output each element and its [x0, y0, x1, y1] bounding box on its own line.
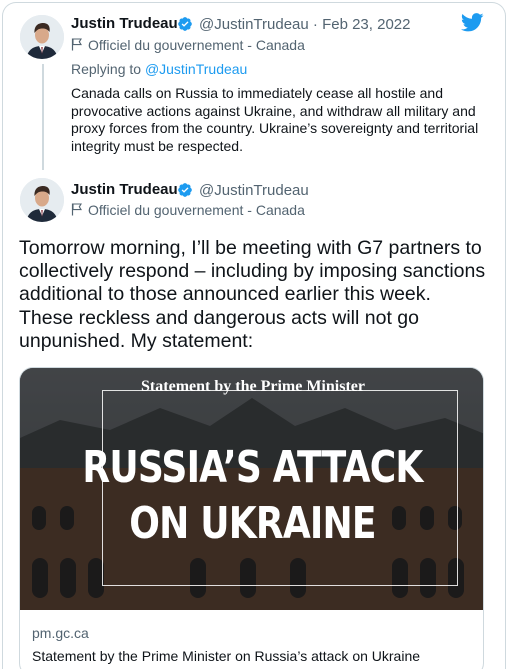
government-label: Officiel du gouvernement - Canada — [71, 202, 305, 218]
card-meta[interactable]: pm.gc.ca Statement by the Prime Minister… — [20, 610, 483, 669]
main-tweet-text: Tomorrow morning, I’ll be meeting with G… — [19, 237, 486, 352]
image-heading: Statement by the Prime Minister — [141, 378, 365, 395]
government-flag-icon — [71, 38, 82, 51]
government-label-text: Officiel du gouvernement - Canada — [88, 202, 305, 218]
author-name[interactable]: Justin Trudeau — [71, 181, 178, 198]
replying-prefix: Replying to — [71, 61, 142, 77]
image-headline-line2: ON UKRAINE — [129, 498, 376, 549]
avatar[interactable] — [20, 178, 64, 222]
verified-badge-icon — [178, 17, 192, 31]
link-preview-card[interactable]: Statement by the Prime Minister RUSSIA’S… — [19, 367, 484, 669]
avatar[interactable] — [20, 15, 64, 59]
author-handle[interactable]: @JustinTrudeau — [199, 182, 309, 199]
card-image[interactable]: Statement by the Prime Minister RUSSIA’S… — [20, 368, 483, 610]
separator-dot: · — [312, 16, 318, 33]
thread-connector-line — [42, 64, 44, 170]
reply-tweet-text: Canada calls on Russia to immediately ce… — [71, 85, 479, 154]
government-label: Officiel du gouvernement - Canada — [71, 37, 305, 53]
author-handle[interactable]: @JustinTrudeau — [199, 16, 309, 33]
author-name[interactable]: Justin Trudeau — [71, 15, 178, 32]
image-headline-line1: RUSSIA’S ATTACK — [82, 442, 423, 493]
government-label-text: Officiel du gouvernement - Canada — [88, 37, 305, 53]
twitter-bird-icon[interactable] — [461, 13, 484, 32]
card-domain: pm.gc.ca — [32, 625, 89, 641]
verified-badge-icon — [178, 183, 192, 197]
tweet-date[interactable]: Feb 23, 2022 — [322, 16, 410, 33]
replying-to: Replying to @JustinTrudeau — [71, 61, 247, 77]
government-flag-icon — [71, 203, 82, 216]
replying-handle-link[interactable]: @JustinTrudeau — [145, 61, 247, 77]
card-title[interactable]: Statement by the Prime Minister on Russi… — [32, 646, 473, 666]
